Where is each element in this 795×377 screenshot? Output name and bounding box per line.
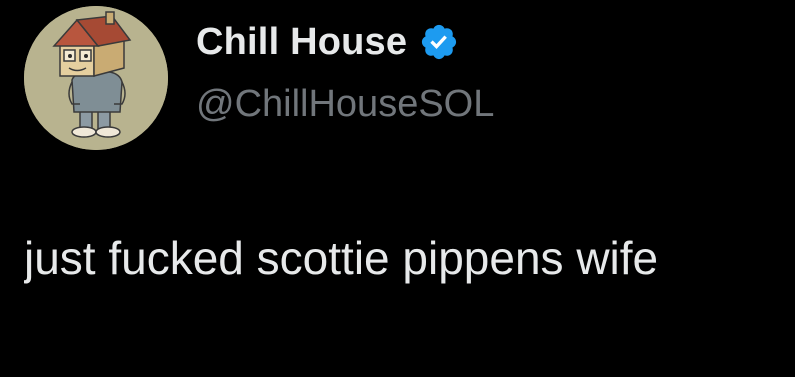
tweet-card: Chill House @ChillHouseSOL just fucked s… bbox=[0, 0, 795, 377]
author-handle[interactable]: @ChillHouseSOL bbox=[196, 80, 494, 128]
author-display-name[interactable]: Chill House bbox=[196, 18, 407, 66]
author-avatar[interactable] bbox=[24, 6, 168, 150]
author-name-row[interactable]: Chill House bbox=[196, 18, 459, 66]
house-head-character-icon bbox=[24, 6, 168, 150]
tweet-text: just fucked scottie pippens wife bbox=[24, 232, 659, 284]
verified-badge-icon[interactable] bbox=[419, 22, 459, 62]
